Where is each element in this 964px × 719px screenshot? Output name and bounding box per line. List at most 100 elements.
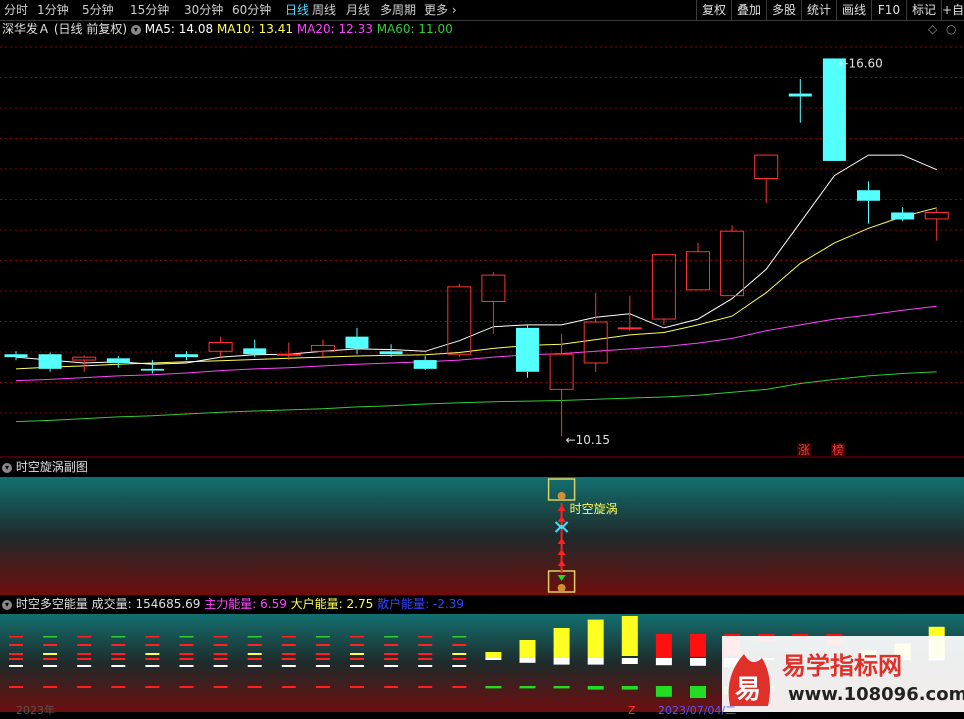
candle [549,333,574,437]
main-energy-dash [384,658,399,660]
retail-energy-bar [553,658,570,665]
stats-button[interactable]: 统计 [801,0,836,20]
candle [924,208,949,241]
candle [140,360,164,374]
retail-energy-bar [621,658,638,664]
multi-stock-button[interactable]: 多股 [766,0,801,20]
main-energy-dash [213,686,228,688]
tab-multi-period[interactable]: 多周期 [380,0,416,20]
retail-energy-dash [111,665,126,667]
tab-5min[interactable]: 5分钟 [82,0,114,20]
main-energy-dash [145,658,160,660]
retail-energy-dash [179,665,194,667]
candle [891,207,915,222]
dropdown-circle-icon[interactable]: ▾ [2,599,12,610]
watermark-logo: 易 易学指标网 www.108096.com [722,636,964,712]
tab-fenshi[interactable]: 分时 [4,0,28,20]
main-energy-bar [621,616,638,656]
big-energy-dash [43,653,58,655]
candle-body-up [208,342,233,352]
main-energy-bar [553,628,570,658]
retail-energy-dash [9,665,23,667]
big-energy-dash [384,636,399,638]
retail-energy-value: 散户能量: -2.39 [377,597,464,611]
tab-monthly[interactable]: 月线 [346,0,370,20]
candle-body-down [857,190,880,201]
main-energy-dash [43,658,58,660]
retail-energy-bar [587,658,604,665]
candle [413,355,437,371]
candle [4,351,28,361]
main-energy-dash [315,658,330,660]
main-energy-dash [452,644,467,646]
candle-body-down [106,358,130,363]
candle-body-up [276,353,301,356]
tab-30min[interactable]: 30分钟 [184,0,223,20]
fuquan-button[interactable]: 复权 [696,0,731,20]
tab-60min[interactable]: 60分钟 [232,0,271,20]
retail-energy-dash [281,665,296,667]
retail-energy-bar [655,658,672,666]
retail-energy-dash [213,665,228,667]
draw-line-button[interactable]: 画线 [836,0,871,20]
main-energy-bar [519,640,536,658]
main-energy-dash [315,686,330,688]
main-energy-dash [179,658,194,660]
big-energy-dash [418,636,433,638]
retail-energy-bar [690,658,706,666]
candle-body-up [754,154,779,179]
main-energy-dash [418,658,433,660]
more-label: 更多 [424,3,449,17]
big-energy-value: 大户能量: 2.75 [290,597,374,611]
big-energy-bar [553,686,570,689]
tag-label: 涨 [798,442,810,457]
candle [72,355,97,372]
candle [583,292,608,372]
main-energy-dash [281,658,296,660]
retail-energy-dash [77,665,92,667]
volume-value: 成交量: 154685.69 [91,597,201,611]
candle-body-up [583,321,608,364]
tab-1min[interactable]: 1分钟 [37,0,69,20]
big-energy-dash [452,636,467,638]
big-energy-dash [281,636,296,638]
retail-energy-dash [384,665,399,667]
f10-button[interactable]: F10 [871,0,906,20]
candle [345,327,369,355]
tab-weekly[interactable]: 周线 [312,0,336,20]
big-energy-dash [247,653,262,655]
candle-body-down [4,354,28,358]
mark-button[interactable]: 标记 [906,0,941,20]
candle [481,272,506,334]
energy-header: ▾ 时空多空能量 成交量: 154685.69 主力能量: 6.59 大户能量:… [2,596,464,612]
main-energy-bar [655,634,672,662]
vortex-header: ▾ 时空旋涡副图 [2,459,88,475]
add-custom-button[interactable]: +自 [941,0,964,20]
dropdown-circle-icon[interactable]: ▾ [2,462,12,473]
retail-energy-dash [247,665,262,667]
candle-body-down [38,354,62,369]
candle [106,355,130,368]
candle-body-down [379,351,403,355]
energy-title: 时空多空能量 [15,597,88,611]
overlay-button[interactable]: 叠加 [731,0,766,20]
ma5-line [15,154,937,365]
tab-more[interactable]: 更多 › [424,0,457,20]
big-energy-dash [9,636,23,638]
main-energy-dash [350,644,364,646]
big-energy-dash [213,636,228,638]
candle-body-down [516,327,539,372]
candle-body-up [72,356,97,361]
tab-daily[interactable]: 日线 [285,0,309,20]
big-energy-bar [690,686,706,698]
candle [651,254,676,325]
tab-15min[interactable]: 15分钟 [130,0,169,20]
main-energy-dash [213,644,228,646]
candle-body-down [345,336,369,349]
big-energy-dash [145,636,160,638]
main-energy-dash [77,658,92,660]
logo-url: www.108096.com [788,684,964,705]
retail-energy-dash [315,665,330,667]
big-energy-dash [213,653,228,655]
big-energy-dash [315,636,330,638]
